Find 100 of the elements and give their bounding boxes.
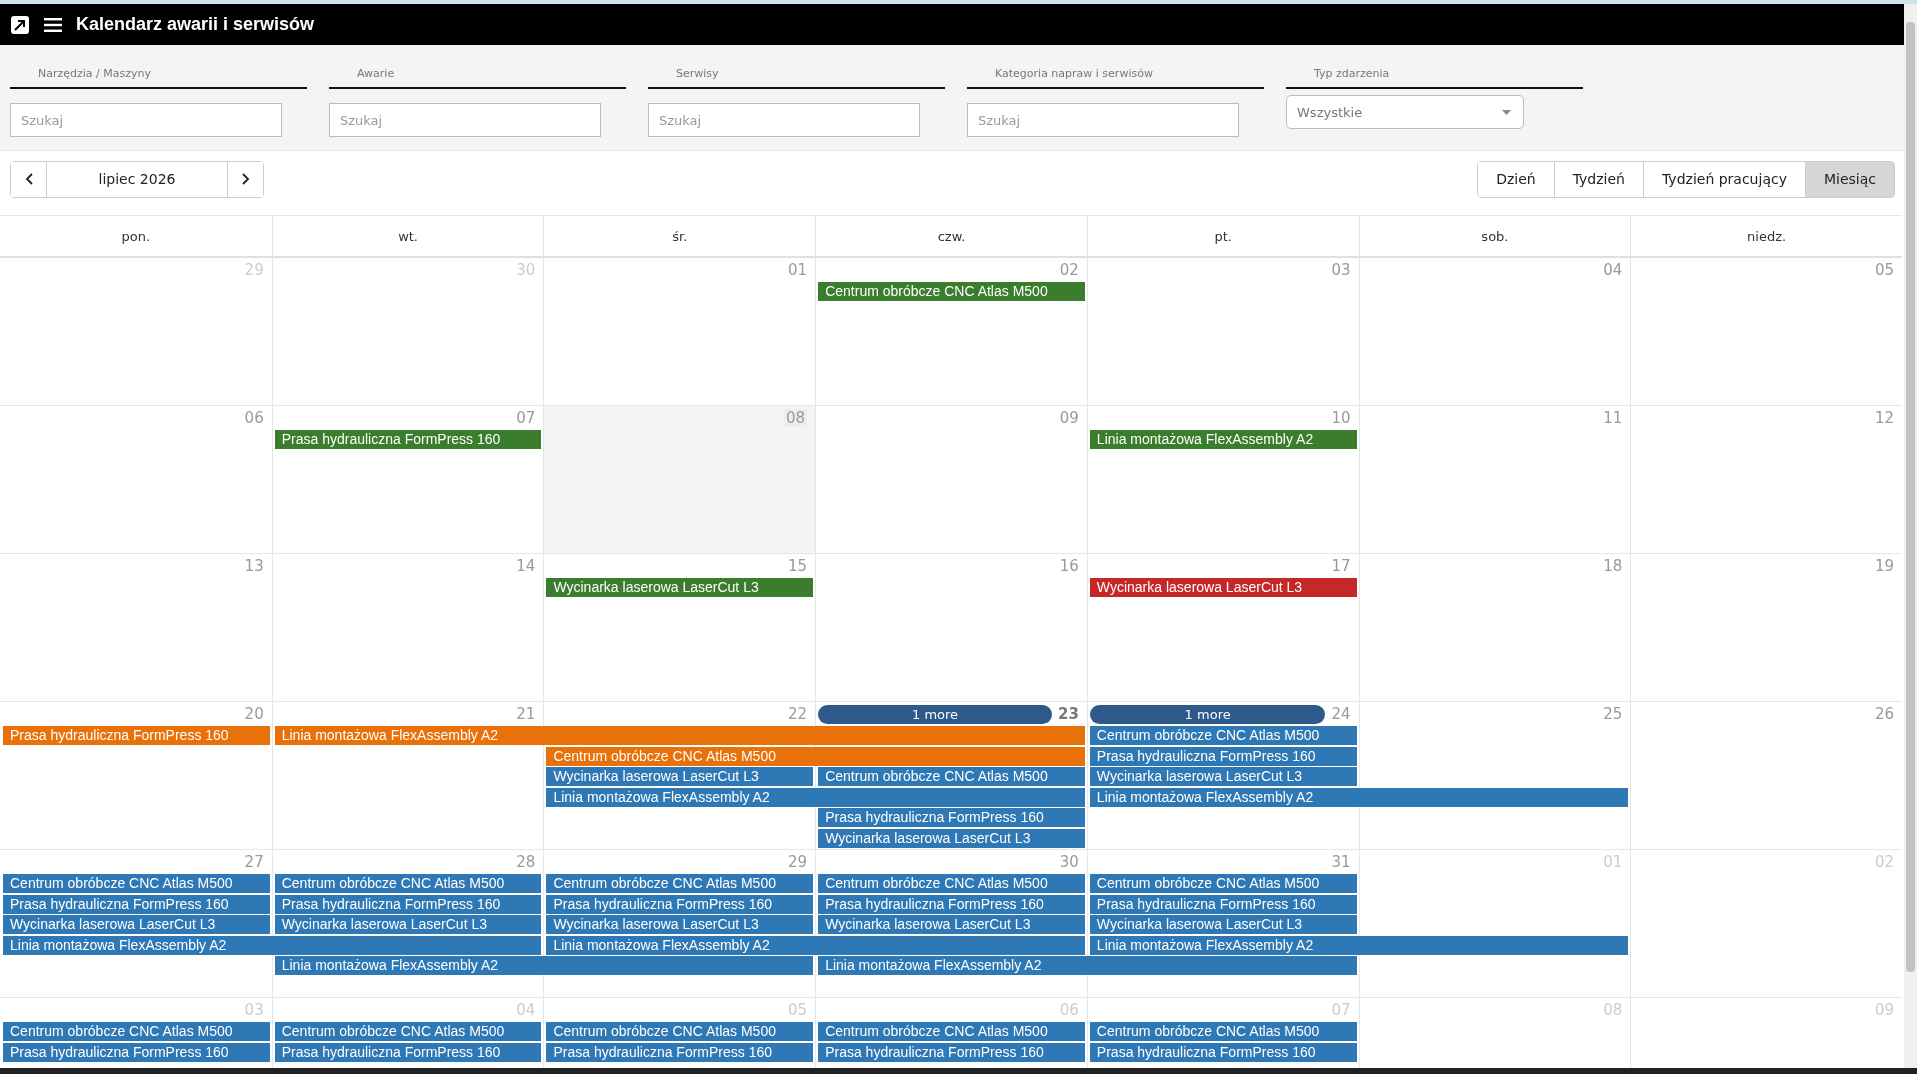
day-number: 14 [516, 557, 536, 575]
filter-label: Narzędzia / Maszyny [37, 67, 152, 81]
event-bar[interactable]: Wycinarka laserowa LaserCut L3 [1089, 767, 1357, 786]
day-number: 24 [1331, 705, 1351, 723]
period-label: lipiec 2026 [97, 170, 177, 189]
day-number: 27 [244, 853, 264, 871]
event-bar[interactable]: Centrum obróbcze CNC Atlas M500 [274, 1022, 542, 1041]
event-bar[interactable]: Wycinarka laserowa LaserCut L3 [546, 578, 814, 597]
event-bar[interactable]: Wycinarka laserowa LaserCut L3 [818, 915, 1085, 934]
event-bar[interactable]: Prasa hydrauliczna FormPress 160 [3, 894, 270, 914]
event-bar[interactable]: Centrum obróbcze CNC Atlas M500 [546, 746, 1085, 766]
event-bar[interactable]: Centrum obróbcze CNC Atlas M500 [274, 874, 542, 893]
day-number: 05 [1874, 261, 1894, 279]
event-bar[interactable]: Prasa hydrauliczna FormPress 160 [274, 430, 542, 449]
event-bar[interactable]: Centrum obróbcze CNC Atlas M500 [546, 1022, 814, 1041]
event-bar[interactable]: Wycinarka laserowa LaserCut L3 [818, 828, 1085, 848]
weekday-header: pt. [1214, 228, 1232, 244]
day-number: 09 [1059, 409, 1079, 427]
event-bar[interactable]: Centrum obróbcze CNC Atlas M500 [3, 1022, 270, 1041]
event-bar[interactable]: Centrum obróbcze CNC Atlas M500 [3, 874, 270, 893]
day-number: 13 [244, 557, 264, 575]
event-bar[interactable]: Prasa hydrauliczna FormPress 160 [1089, 1042, 1357, 1062]
logo-icon [10, 14, 30, 35]
event-bar[interactable]: Prasa hydrauliczna FormPress 160 [1089, 894, 1357, 914]
chevron-right-icon [241, 173, 250, 185]
day-number: 07 [516, 409, 536, 427]
day-number: 06 [244, 409, 264, 427]
more-link[interactable]: 1 more [818, 704, 1052, 724]
app-title: Kalendarz awarii i serwisów [76, 14, 315, 35]
event-bar[interactable]: Centrum obróbcze CNC Atlas M500 [818, 874, 1085, 893]
day-number: 31 [1331, 853, 1351, 871]
event-bar[interactable]: Prasa hydrauliczna FormPress 160 [818, 894, 1085, 914]
view-tab[interactable]: Miesiąc [1804, 161, 1894, 197]
search-field[interactable]: Szukaj [10, 103, 282, 137]
day-number: 28 [516, 853, 536, 871]
event-bar[interactable]: Wycinarka laserowa LaserCut L3 [546, 915, 814, 934]
event-bar[interactable]: Prasa hydrauliczna FormPress 160 [818, 1042, 1085, 1062]
event-bar[interactable]: Centrum obróbcze CNC Atlas M500 [818, 767, 1085, 786]
weekday-header: wt. [398, 228, 418, 244]
day-number: 04 [1603, 261, 1623, 279]
day-number: 29 [788, 853, 808, 871]
event-bar[interactable]: Prasa hydrauliczna FormPress 160 [546, 1042, 814, 1062]
day-number: 21 [516, 705, 536, 723]
weekday-header: sob. [1481, 228, 1509, 244]
day-number: 17 [1331, 557, 1351, 575]
event-bar[interactable]: Centrum obróbcze CNC Atlas M500 [1089, 726, 1357, 745]
day-number: 20 [244, 705, 264, 723]
event-bar[interactable]: Centrum obróbcze CNC Atlas M500 [818, 282, 1085, 301]
day-number: 08 [784, 409, 808, 427]
event-bar[interactable]: Prasa hydrauliczna FormPress 160 [546, 894, 814, 914]
day-number: 22 [788, 705, 808, 723]
search-field[interactable]: Szukaj [967, 103, 1239, 137]
event-bar[interactable]: Wycinarka laserowa LaserCut L3 [274, 915, 542, 934]
day-number: 25 [1603, 705, 1623, 723]
event-bar[interactable]: Linia montażowa FlexAssembly A2 [546, 935, 1085, 955]
weekday-header: czw. [937, 228, 966, 244]
day-number: 19 [1874, 557, 1894, 575]
day-number: 30 [1059, 853, 1079, 871]
day-number: 01 [788, 261, 808, 279]
event-bar[interactable]: Linia montażowa FlexAssembly A2 [818, 956, 1357, 975]
event-bar[interactable]: Wycinarka laserowa LaserCut L3 [546, 767, 814, 786]
filter-label: Serwisy [675, 67, 720, 81]
event-bar[interactable]: Prasa hydrauliczna FormPress 160 [274, 894, 542, 914]
event-bar[interactable]: Centrum obróbcze CNC Atlas M500 [818, 1022, 1085, 1041]
day-number: 15 [788, 557, 808, 575]
filter-label: Kategoria napraw i serwisów [994, 67, 1154, 81]
event-bar[interactable]: Linia montażowa FlexAssembly A2 [274, 956, 814, 975]
weekday-header: niedz. [1747, 228, 1787, 244]
event-bar[interactable]: Centrum obróbcze CNC Atlas M500 [546, 874, 814, 893]
filter-label: Awarie [356, 67, 396, 81]
event-bar[interactable]: Linia montażowa FlexAssembly A2 [1089, 935, 1629, 955]
dropdown[interactable]: Wszystkie [1286, 95, 1524, 129]
day-number: 23 [1057, 705, 1079, 723]
filter-label: Typ zdarzenia [1313, 67, 1391, 81]
more-link[interactable]: 1 more [1089, 704, 1326, 724]
event-bar[interactable]: Prasa hydrauliczna FormPress 160 [3, 1042, 270, 1062]
event-bar[interactable]: Prasa hydrauliczna FormPress 160 [3, 726, 270, 745]
event-bar[interactable]: Wycinarka laserowa LaserCut L3 [3, 915, 270, 934]
event-bar[interactable]: Centrum obróbcze CNC Atlas M500 [1089, 1022, 1357, 1041]
day-number: 26 [1874, 705, 1894, 723]
weekday-header: śr. [672, 228, 688, 244]
weekday-header: pon. [121, 228, 151, 244]
event-bar[interactable]: Linia montażowa FlexAssembly A2 [1089, 430, 1357, 449]
caret-icon [1502, 109, 1511, 115]
menu-icon[interactable] [44, 17, 62, 32]
next-button[interactable] [227, 161, 263, 197]
event-bar[interactable]: Prasa hydrauliczna FormPress 160 [818, 808, 1085, 827]
event-bar[interactable]: Wycinarka laserowa LaserCut L3 [1089, 915, 1357, 934]
event-bar[interactable]: Wycinarka laserowa LaserCut L3 [1089, 578, 1357, 597]
event-bar[interactable]: Prasa hydrauliczna FormPress 160 [1089, 746, 1357, 766]
previous-button[interactable] [11, 161, 47, 197]
event-bar[interactable]: Linia montażowa FlexAssembly A2 [274, 726, 1085, 745]
event-bar[interactable]: Linia montażowa FlexAssembly A2 [3, 935, 542, 955]
event-bar[interactable]: Linia montażowa FlexAssembly A2 [546, 787, 1085, 807]
search-field[interactable]: Szukaj [329, 103, 601, 137]
event-bar[interactable]: Prasa hydrauliczna FormPress 160 [274, 1042, 542, 1062]
scrollbar[interactable] [1904, 4, 1917, 1068]
search-field[interactable]: Szukaj [648, 103, 920, 137]
event-bar[interactable]: Centrum obróbcze CNC Atlas M500 [1089, 874, 1357, 893]
event-bar[interactable]: Linia montażowa FlexAssembly A2 [1089, 787, 1629, 807]
